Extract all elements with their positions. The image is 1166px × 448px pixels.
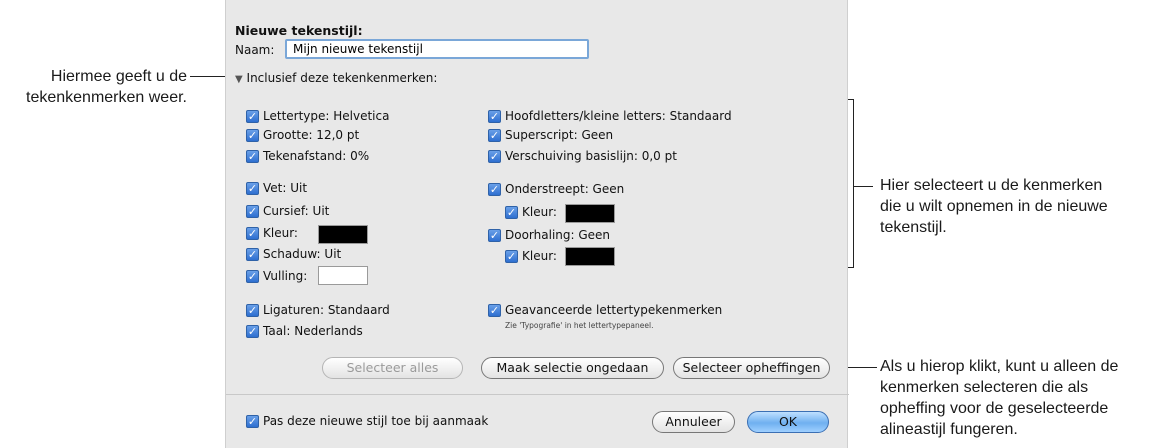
checkbox-fill[interactable]: ✓ — [246, 270, 259, 283]
checkbox-color[interactable]: ✓ — [246, 227, 259, 240]
color-swatch-black[interactable] — [318, 225, 368, 244]
label-tracking: Tekenafstand: 0% — [263, 149, 370, 163]
label-advanced: Geavanceerde lettertypekenmerken — [505, 303, 723, 317]
callout-right-bottom-line-2: kenmerken selecteren die als — [880, 379, 1089, 396]
label-shadow: Schaduw: Uit — [263, 247, 342, 261]
label-baseline-shift: Verschuiving basislijn: 0,0 pt — [505, 149, 677, 163]
label-ligatures: Ligaturen: Standaard — [263, 303, 390, 317]
label-capitalization: Hoofdletters/kleine letters: Standaard — [505, 109, 732, 123]
callout-left-line-2: tekenkenmerken weer. — [26, 89, 187, 106]
label-bold: Vet: Uit — [263, 181, 308, 195]
bracket-vertical — [853, 99, 854, 267]
name-input[interactable] — [285, 39, 589, 59]
checkbox-bold[interactable]: ✓ — [246, 182, 259, 195]
label-fill: Vulling: — [263, 269, 308, 283]
include-label: Inclusief deze tekenkenmerken: — [246, 71, 438, 85]
callout-right-top-line-1: Hier selecteert u de kenmerken — [880, 177, 1103, 194]
disclosure-triangle-icon[interactable]: ▼ — [235, 74, 243, 85]
callout-right-bottom-line-1: Als u hierop klikt, kunt u alleen de — [880, 358, 1119, 375]
label-size: Grootte: 12,0 pt — [263, 128, 360, 142]
checkbox-capitalization[interactable]: ✓ — [488, 110, 501, 123]
dialog-title: Nieuwe tekenstijl: — [235, 23, 363, 38]
checkbox-ligatures[interactable]: ✓ — [246, 304, 259, 317]
fill-swatch-white[interactable] — [318, 266, 368, 285]
checkbox-strikethrough[interactable]: ✓ — [488, 229, 501, 242]
callout-right-bottom-line-4: alineastijl fungeren. — [880, 421, 1018, 438]
checkbox-font[interactable]: ✓ — [246, 110, 259, 123]
undo-selection-button[interactable]: Maak selectie ongedaan — [481, 357, 664, 379]
callout-right-top: Hier selecteert u de kenmerken die u wil… — [880, 175, 1108, 238]
select-all-button[interactable]: Selecteer alles — [322, 357, 463, 379]
label-underline-color: Kleur: — [522, 205, 557, 219]
checkbox-language[interactable]: ✓ — [246, 325, 259, 338]
callout-right-top-line-3: tekenstijl. — [880, 219, 947, 236]
strikethrough-color-swatch[interactable] — [565, 247, 615, 266]
name-label: Naam: — [235, 43, 275, 57]
label-underline: Onderstreept: Geen — [505, 182, 625, 196]
bracket-leader — [853, 186, 873, 187]
underline-color-swatch[interactable] — [565, 204, 615, 223]
label-apply-on-create: Pas deze nieuwe stijl toe bij aanmaak — [263, 414, 489, 428]
label-strikethrough: Doorhaling: Geen — [505, 228, 611, 242]
label-italic: Cursief: Uit — [263, 204, 330, 218]
callout-right-bottom-line-3: opheffing voor de geselecteerde — [880, 400, 1109, 417]
ok-button[interactable]: OK — [747, 411, 829, 433]
checkbox-shadow[interactable]: ✓ — [246, 248, 259, 261]
select-overrides-button[interactable]: Selecteer opheffingen — [673, 357, 830, 379]
checkbox-advanced[interactable]: ✓ — [488, 304, 501, 317]
new-character-style-dialog: Nieuwe tekenstijl: Naam: ▼ Inclusief dez… — [225, 0, 849, 448]
include-disclosure[interactable]: ▼ Inclusief deze tekenkenmerken: — [235, 71, 437, 85]
callout-left-line-1: Hiermee geeft u de — [50, 68, 187, 85]
checkbox-apply-on-create[interactable]: ✓ — [246, 415, 259, 428]
label-language: Taal: Nederlands — [263, 324, 363, 338]
callout-left: Hiermee geeft u de tekenkenmerken weer. — [26, 66, 187, 108]
checkbox-italic[interactable]: ✓ — [246, 205, 259, 218]
label-superscript: Superscript: Geen — [505, 128, 614, 142]
label-font: Lettertype: Helvetica — [263, 109, 390, 123]
checkbox-size[interactable]: ✓ — [246, 129, 259, 142]
checkbox-strikethrough-color[interactable]: ✓ — [505, 250, 518, 263]
callout-right-top-line-2: die u wilt opnemen in de nieuwe — [880, 198, 1108, 215]
callout-right-bottom: Als u hierop klikt, kunt u alleen de ken… — [880, 356, 1118, 440]
checkbox-underline-color[interactable]: ✓ — [505, 206, 518, 219]
checkbox-superscript[interactable]: ✓ — [488, 129, 501, 142]
advanced-note: Zie 'Typografie' in het lettertypepaneel… — [505, 321, 654, 330]
cancel-button[interactable]: Annuleer — [652, 411, 735, 433]
dialog-separator — [226, 394, 849, 395]
checkbox-underline[interactable]: ✓ — [488, 183, 501, 196]
label-color: Kleur: — [263, 226, 298, 240]
label-strikethrough-color: Kleur: — [522, 249, 557, 263]
checkbox-tracking[interactable]: ✓ — [246, 150, 259, 163]
checkbox-baseline-shift[interactable]: ✓ — [488, 150, 501, 163]
